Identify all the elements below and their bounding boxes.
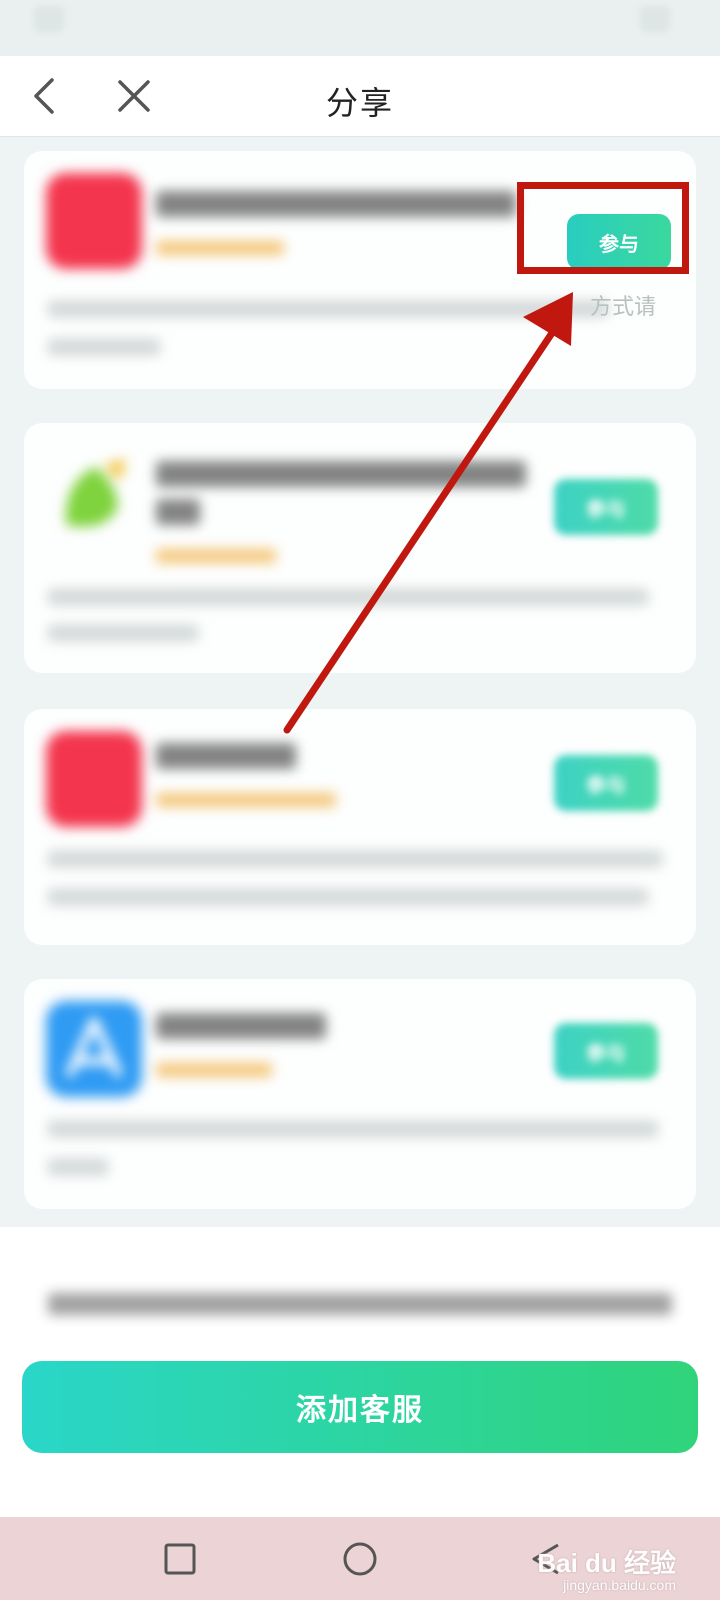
footer-note [48, 1293, 672, 1315]
join-button[interactable]: 参与 [554, 1023, 658, 1079]
watermark-brand: Bai du 经验 [537, 1548, 676, 1578]
app-icon [46, 173, 142, 269]
task-description-visible: 方式请 [590, 294, 657, 319]
task-card: 参与 [24, 709, 696, 945]
task-card-blurred-content [24, 423, 696, 673]
top-bar: 分享 [0, 56, 720, 137]
watermark-url: jingyan.baidu.com [563, 1577, 676, 1593]
task-card: 参与 [24, 423, 696, 673]
home-button[interactable] [342, 1541, 378, 1577]
task-card-blurred-content [24, 709, 696, 945]
battery-icon [640, 6, 670, 32]
watermark-logo: Bai du 经验 jingyan.baidu.com [537, 1543, 676, 1593]
task-card: 参与 [24, 979, 696, 1209]
annotation-highlight-box [517, 182, 689, 274]
app-icon [46, 731, 142, 827]
page-title: 分享 [325, 85, 394, 121]
task-card-blurred-content [24, 979, 696, 1209]
system-nav-bar: Bai du 经验 jingyan.baidu.com [0, 1517, 720, 1600]
add-service-button[interactable]: 添加客服 [22, 1361, 698, 1453]
footer: 添加客服 [0, 1227, 720, 1517]
circle-icon [343, 1542, 377, 1576]
join-button[interactable]: 参与 [554, 479, 658, 535]
status-bar [0, 0, 720, 56]
square-icon [164, 1543, 196, 1575]
task-list: 方式请 参与 参与 参与 参与 [0, 137, 720, 1227]
status-icon [34, 6, 64, 32]
recents-button[interactable] [162, 1541, 198, 1577]
join-button[interactable]: 参与 [554, 755, 658, 811]
app-icon [65, 459, 126, 527]
app-icon [46, 1001, 142, 1097]
